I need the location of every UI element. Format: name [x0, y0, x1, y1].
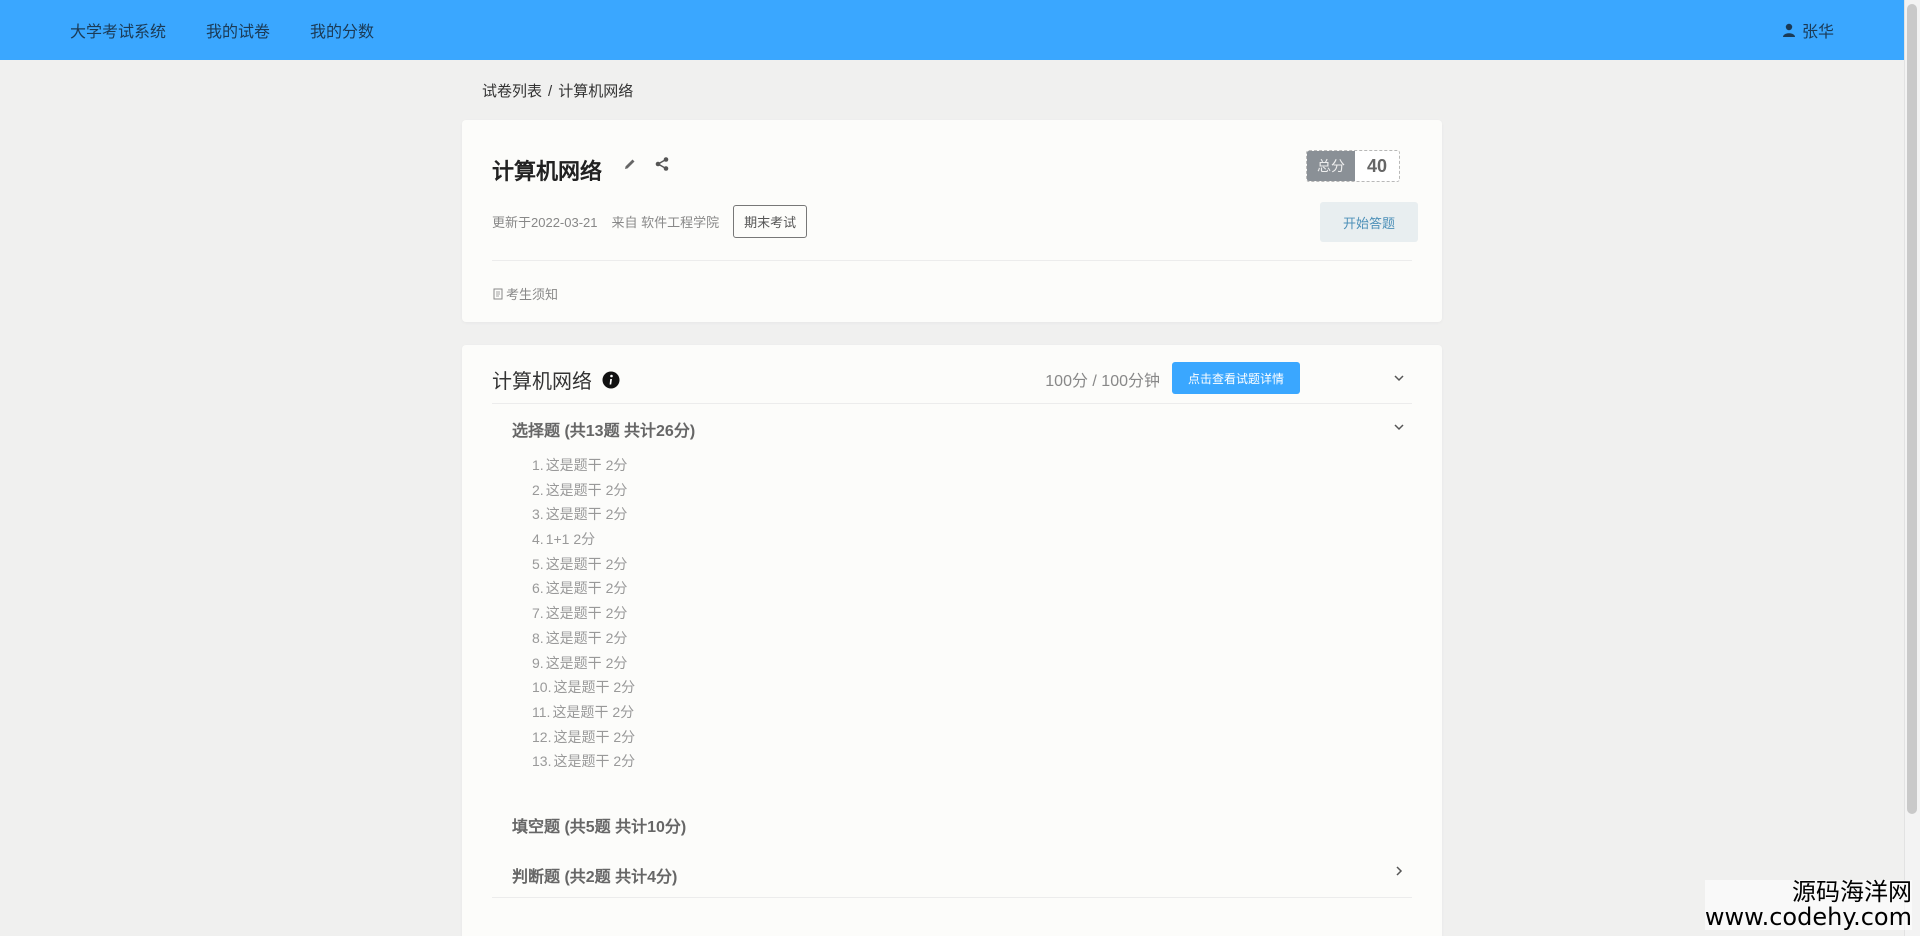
question-text: 这是题干 2分	[553, 728, 636, 745]
question-text: 这是题干 2分	[545, 629, 628, 646]
start-answer-button[interactable]: 开始答题	[1320, 202, 1418, 242]
document-icon	[493, 288, 503, 299]
question-number: 4.	[532, 531, 544, 548]
total-score: 总分 40	[1305, 150, 1400, 182]
divider	[492, 260, 1412, 261]
info-icon[interactable]	[602, 371, 620, 389]
group-title-fill-blank[interactable]: 填空题 (共5题 共计10分)	[512, 813, 686, 837]
list-item[interactable]: 13. 这是题干 2分	[532, 749, 635, 774]
paper-source: 来自 软件工程学院	[611, 215, 720, 230]
question-text: 这是题干 2分	[553, 753, 636, 770]
nav-item-my-scores[interactable]: 我的分数	[310, 18, 374, 42]
question-number: 13.	[532, 753, 552, 770]
question-number: 7.	[532, 605, 544, 622]
question-number: 6.	[532, 580, 544, 597]
exam-notice-link[interactable]: 考生须知	[492, 284, 558, 303]
total-score-value: 40	[1354, 151, 1399, 181]
paper-meta: 更新于2022-03-21 来自 软件工程学院 期末考试	[492, 205, 808, 238]
list-item[interactable]: 6. 这是题干 2分	[532, 576, 635, 601]
total-score-label: 总分	[1306, 151, 1355, 181]
list-item[interactable]: 3. 这是题干 2分	[532, 502, 635, 527]
question-text: 这是题干 2分	[545, 506, 628, 523]
list-item[interactable]: 4. 1+1 2分	[532, 527, 635, 552]
chevron-right-icon[interactable]	[1392, 864, 1406, 878]
list-item[interactable]: 8. 这是题干 2分	[532, 626, 635, 651]
question-text: 这是题干 2分	[545, 555, 628, 572]
list-item[interactable]: 11. 这是题干 2分	[532, 700, 635, 725]
breadcrumb-root[interactable]: 试卷列表	[482, 83, 542, 100]
updated-date: 更新于2022-03-21	[492, 215, 598, 230]
question-sections-card: 计算机网络 100分 / 100分钟 点击查看试题详情 选择题 (共13题 共计…	[462, 345, 1442, 936]
user-name: 张华	[1801, 24, 1834, 41]
watermark-cn: 源码海洋网	[1792, 878, 1912, 906]
breadcrumb-separator: /	[548, 83, 553, 100]
view-details-button[interactable]: 点击查看试题详情	[1172, 362, 1300, 394]
nav-brand[interactable]: 大学考试系统	[70, 18, 166, 42]
question-number: 8.	[532, 629, 544, 646]
question-number: 11.	[532, 703, 551, 720]
paper-info-card: 计算机网络 总分 40 更新于2022-03-21 来自 软件工程学院 期末考试…	[462, 120, 1442, 322]
exam-type-tag: 期末考试	[733, 205, 808, 238]
score-duration: 100分 / 100分钟	[1045, 373, 1160, 390]
chevron-down-icon[interactable]	[1392, 420, 1406, 434]
edit-icon[interactable]	[622, 156, 638, 172]
chevron-down-icon[interactable]	[1392, 371, 1406, 385]
page-scrollbar[interactable]	[1904, 0, 1920, 936]
breadcrumb: 试卷列表 / 计算机网络	[482, 80, 633, 101]
question-number: 9.	[532, 654, 544, 671]
list-item[interactable]: 10. 这是题干 2分	[532, 675, 635, 700]
user-icon	[1782, 23, 1795, 37]
divider	[492, 403, 1412, 404]
list-item[interactable]: 12. 这是题干 2分	[532, 725, 635, 750]
question-text: 这是题干 2分	[545, 605, 628, 622]
list-item[interactable]: 5. 这是题干 2分	[532, 552, 635, 577]
question-text: 这是题干 2分	[545, 481, 628, 498]
group-title-choice[interactable]: 选择题 (共13题 共计26分)	[512, 417, 695, 441]
top-navbar: 大学考试系统 我的试卷 我的分数 张华	[0, 0, 1904, 60]
question-text: 这是题干 2分	[545, 457, 628, 473]
scrollbar-thumb[interactable]	[1907, 4, 1917, 814]
user-menu[interactable]: 张华	[1782, 0, 1834, 60]
question-text: 这是题干 2分	[545, 654, 628, 671]
question-text: 1+1 2分	[545, 531, 596, 548]
question-list: 1. 这是题干 2分 2. 这是题干 2分 3. 这是题干 2分 4. 1+1 2分 5…	[532, 453, 635, 774]
question-text: 这是题干 2分	[545, 580, 628, 597]
list-item[interactable]: 2. 这是题干 2分	[532, 478, 635, 503]
group-title-true-false[interactable]: 判断题 (共2题 共计4分)	[512, 863, 677, 887]
list-item[interactable]: 1. 这是题干 2分	[532, 453, 635, 478]
list-item[interactable]: 7. 这是题干 2分	[532, 601, 635, 626]
divider	[492, 897, 1412, 898]
question-number: 2.	[532, 481, 544, 498]
exam-notice-label: 考生须知	[506, 287, 559, 302]
question-number: 5.	[532, 555, 544, 572]
list-item[interactable]: 9. 这是题干 2分	[532, 651, 635, 676]
watermark: 源码海洋网 www.codehy.com	[1704, 878, 1912, 931]
question-text: 这是题干 2分	[552, 703, 635, 720]
share-icon[interactable]	[654, 156, 670, 172]
section-header: 计算机网络	[492, 365, 620, 394]
watermark-en: www.codehy.com	[1704, 902, 1912, 931]
section-title: 计算机网络	[492, 371, 592, 393]
question-number: 1.	[532, 457, 544, 473]
nav-item-my-papers[interactable]: 我的试卷	[206, 18, 270, 42]
question-text: 这是题干 2分	[553, 679, 636, 696]
breadcrumb-current: 计算机网络	[558, 83, 634, 100]
title-actions	[622, 156, 670, 172]
question-number: 12.	[532, 728, 552, 745]
question-number: 3.	[532, 506, 544, 523]
question-number: 10.	[532, 679, 552, 696]
paper-title: 计算机网络	[492, 159, 603, 184]
